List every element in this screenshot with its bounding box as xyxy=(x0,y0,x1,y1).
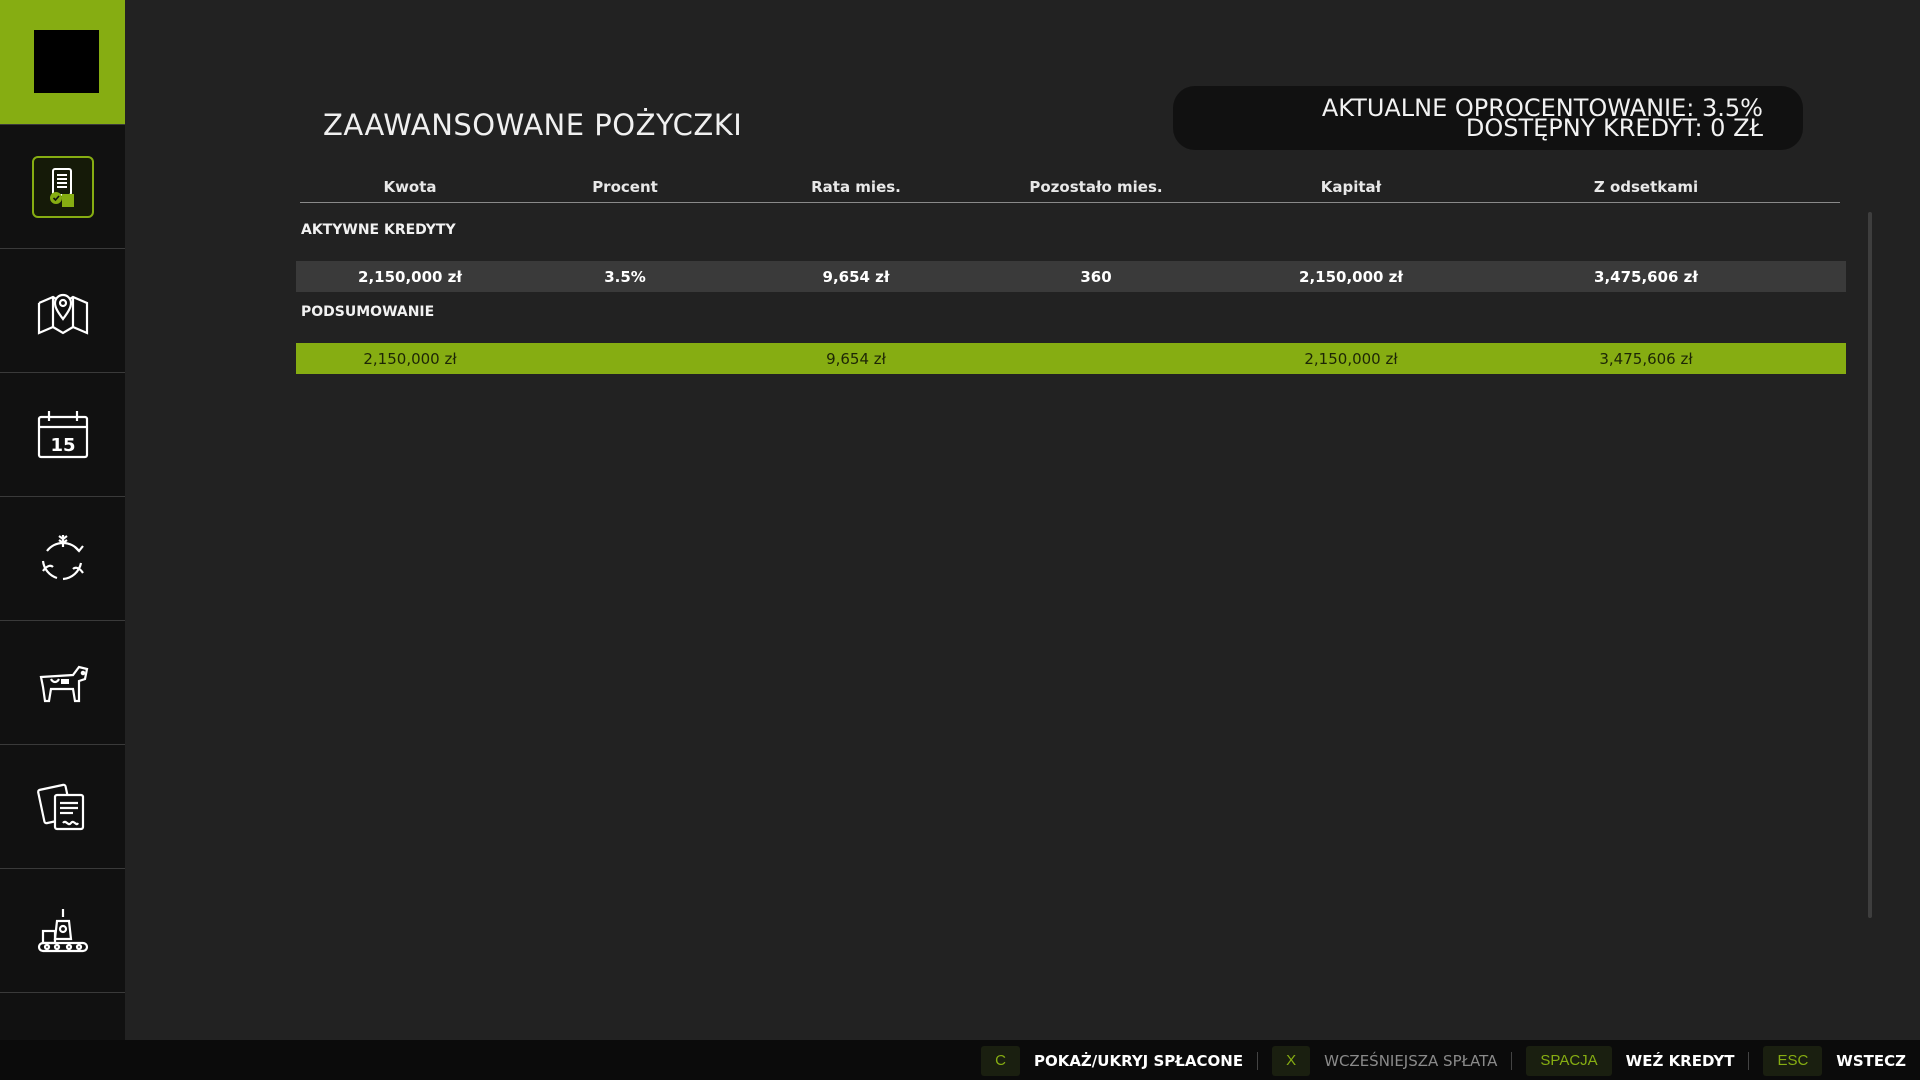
toggle-paid-loans-button[interactable]: POKAŻ/UKRYJ SPŁACONE xyxy=(1034,1052,1243,1070)
key-hint-c[interactable]: C xyxy=(981,1046,1020,1076)
page-title: ZAAWANSOWANE POŻYCZKI xyxy=(323,108,743,142)
column-header-monthly: Rata mies. xyxy=(811,178,901,196)
cow-icon xyxy=(39,665,88,702)
separator xyxy=(1257,1052,1259,1070)
sidebar-item-crop-rotation[interactable] xyxy=(0,496,125,620)
summary-row: 2,150,000 zł 9,654 zł 2,150,000 zł 3,475… xyxy=(296,343,1846,374)
separator xyxy=(1511,1052,1513,1070)
bottom-action-bar: C POKAŻ/UKRYJ SPŁACONE X WCZEŚNIEJSZA SP… xyxy=(0,1040,1920,1080)
early-repayment-button[interactable]: WCZEŚNIEJSZA SPŁATA xyxy=(1324,1052,1497,1070)
credit-info-panel: AKTUALNE OPROCENTOWANIE: 3.5% DOSTĘPNY K… xyxy=(1173,86,1803,150)
farm-logo xyxy=(34,30,99,93)
separator xyxy=(1748,1052,1750,1070)
back-button[interactable]: WSTECZ xyxy=(1836,1052,1906,1070)
cell-capital: 2,150,000 zł xyxy=(1299,268,1403,286)
table-header: Kwota Procent Rata mies. Pozostało mies.… xyxy=(300,174,1840,203)
papers-icon xyxy=(36,783,84,830)
document-coins-icon xyxy=(49,167,74,207)
active-item-frame xyxy=(31,155,94,218)
summary-capital: 2,150,000 zł xyxy=(1304,350,1398,368)
take-loan-button[interactable]: WEŹ KREDYT xyxy=(1626,1052,1735,1070)
column-header-capital: Kapitał xyxy=(1320,178,1382,196)
cell-monthly: 9,654 zł xyxy=(822,268,890,286)
scrollbar[interactable] xyxy=(1868,212,1872,918)
summary-monthly: 9,654 zł xyxy=(826,350,886,368)
sidebar-item-finances[interactable] xyxy=(0,124,125,248)
svg-text:15: 15 xyxy=(50,435,75,456)
cell-amount: 2,150,000 zł xyxy=(358,268,462,286)
cycle-crops-icon xyxy=(41,534,84,580)
column-header-months-left: Pozostało mies. xyxy=(1029,178,1163,196)
check-icon xyxy=(33,1025,93,1041)
key-hint-space[interactable]: SPACJA xyxy=(1526,1046,1612,1076)
sidebar-item-calendar[interactable]: 15 xyxy=(0,372,125,496)
factory-conveyor-icon xyxy=(37,908,88,952)
summary-amount: 2,150,000 zł xyxy=(363,350,457,368)
sidebar-item-production[interactable] xyxy=(0,868,125,992)
column-header-amount: Kwota xyxy=(383,178,437,196)
sidebar-item-map[interactable] xyxy=(0,248,125,372)
cell-percent: 3.5% xyxy=(604,268,646,286)
sidebar-item-more[interactable] xyxy=(0,992,125,1040)
column-header-with-interest: Z odsetkami xyxy=(1593,178,1699,196)
column-header-percent: Procent xyxy=(592,178,658,196)
key-hint-esc[interactable]: ESC xyxy=(1763,1046,1823,1076)
sidebar: 15 xyxy=(0,0,125,1040)
key-hint-x[interactable]: X xyxy=(1272,1046,1311,1076)
summary-with-interest: 3,475,606 zł xyxy=(1599,350,1693,368)
map-pin-icon xyxy=(37,293,88,335)
cell-with-interest: 3,475,606 zł xyxy=(1594,268,1698,286)
calendar-icon: 15 xyxy=(37,410,88,458)
sidebar-item-contracts[interactable] xyxy=(0,744,125,868)
available-credit: DOSTĘPNY KREDYT: 0 ZŁ xyxy=(1465,114,1763,142)
sidebar-header xyxy=(0,0,125,124)
section-active-loans: AKTYWNE KREDYTY xyxy=(301,222,456,238)
cell-months-left: 360 xyxy=(1080,268,1112,286)
sidebar-item-animals[interactable] xyxy=(0,620,125,744)
table-row[interactable]: 2,150,000 zł 3.5% 9,654 zł 360 2,150,000… xyxy=(296,261,1846,292)
app-root: 15 ZAAWANSOWANE POŻYCZKI AKTUALNE OPROCE… xyxy=(0,0,1920,1080)
section-summary: PODSUMOWANIE xyxy=(301,304,435,320)
